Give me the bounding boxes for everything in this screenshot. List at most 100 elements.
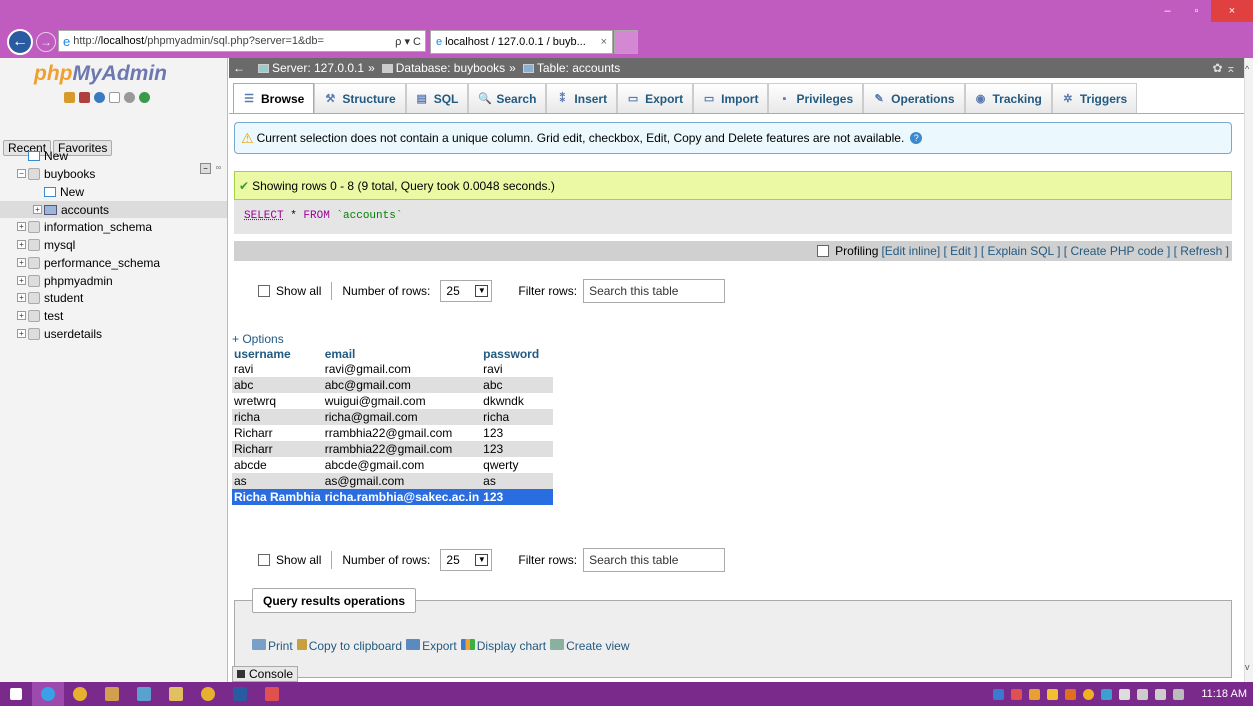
cell-email[interactable]: abc@gmail.com <box>322 377 482 393</box>
back-button[interactable]: ← <box>7 29 33 55</box>
taskbar-app4[interactable] <box>128 682 160 706</box>
show-all-checkbox[interactable] <box>258 285 270 297</box>
collapse-arrow-icon[interactable]: ← <box>233 61 245 75</box>
taskbar-explorer[interactable] <box>160 682 192 706</box>
cell-password[interactable]: ravi <box>481 361 554 377</box>
sql-query-display[interactable]: SELECT * FROM `accounts` <box>234 200 1232 234</box>
cell-email[interactable]: richa@gmail.com <box>322 409 482 425</box>
scroll-down-icon[interactable]: v <box>1245 662 1250 672</box>
table-row[interactable]: Richarr rrambhia22@gmail.com 123 <box>232 425 554 441</box>
profiling-checkbox[interactable] <box>817 245 830 257</box>
filter-input-bottom[interactable]: Search this table <box>583 548 726 572</box>
edit-link[interactable]: [ Edit ] <box>944 244 978 258</box>
options-toggle[interactable]: + Options <box>232 332 284 346</box>
collapse-icon[interactable]: − <box>17 169 26 178</box>
cell-email[interactable]: abcde@gmail.com <box>322 457 482 473</box>
tree-item-information-schema[interactable]: + information_schema <box>0 218 227 235</box>
cell-password[interactable]: abc <box>481 377 554 393</box>
table-row[interactable]: Richarr rrambhia22@gmail.com 123 <box>232 441 554 457</box>
cell-password[interactable]: qwerty <box>481 457 554 473</box>
tray-icon[interactable] <box>1101 688 1113 700</box>
page-scrollbar[interactable]: ^ v <box>1244 58 1253 682</box>
table-row[interactable]: ravi ravi@gmail.com ravi <box>232 361 554 377</box>
cell-password[interactable]: richa <box>481 409 554 425</box>
cell-email[interactable]: richa.rambhia@sakec.ac.in <box>322 489 482 505</box>
tree-item-test[interactable]: + test <box>0 307 227 324</box>
tree-item-new[interactable]: New <box>0 183 227 200</box>
expand-icon[interactable]: + <box>17 276 26 285</box>
tree-item-userdetails[interactable]: + userdetails <box>0 325 227 342</box>
cell-email[interactable]: ravi@gmail.com <box>322 361 482 377</box>
new-tab-button[interactable] <box>614 30 638 54</box>
cell-username[interactable]: wretwrq <box>232 393 323 409</box>
cell-password[interactable]: 123 <box>481 489 554 505</box>
cell-username[interactable]: abcde <box>232 457 323 473</box>
cell-email[interactable]: as@gmail.com <box>322 473 482 489</box>
tray-icon[interactable] <box>1047 688 1059 700</box>
table-row[interactable]: wretwrq wuigui@gmail.com dkwndk <box>232 393 554 409</box>
tab-browse[interactable]: ☰ Browse <box>233 83 315 113</box>
flag-icon[interactable] <box>1119 688 1131 700</box>
expand-icon[interactable]: + <box>17 311 26 320</box>
tab-search[interactable]: 🔍 Search <box>468 83 547 113</box>
signal-icon[interactable] <box>1173 688 1185 700</box>
cell-username[interactable]: as <box>232 473 323 489</box>
cell-username[interactable]: Richarr <box>232 441 323 457</box>
refresh-link[interactable]: [ Refresh ] <box>1174 244 1229 258</box>
phpmyadmin-logo[interactable]: phpMyAdmin <box>34 62 167 86</box>
tray-icon[interactable] <box>1011 688 1023 700</box>
network-icon[interactable] <box>1155 688 1167 700</box>
browser-tab[interactable]: e localhost / 127.0.0.1 / buyb... × <box>430 30 613 54</box>
help-icon[interactable]: ? <box>910 132 923 144</box>
tray-icon[interactable] <box>1065 688 1077 700</box>
tab-tracking[interactable]: ◉ Tracking <box>964 83 1052 113</box>
tab-export[interactable]: ▭ Export <box>617 83 694 113</box>
start-button[interactable] <box>0 682 32 706</box>
cell-password[interactable]: 123 <box>481 441 554 457</box>
console-toggle[interactable]: Console <box>232 666 298 682</box>
reload-icon[interactable] <box>139 92 150 103</box>
tree-item-accounts[interactable]: + accounts <box>0 201 227 218</box>
tab-structure[interactable]: ⚒ Structure <box>314 83 406 113</box>
expand-icon[interactable]: + <box>17 329 26 338</box>
cell-password[interactable]: as <box>481 473 554 489</box>
expand-icon[interactable]: + <box>17 240 26 249</box>
cell-email[interactable]: rrambhia22@gmail.com <box>322 425 482 441</box>
tray-icon[interactable] <box>1029 688 1041 700</box>
show-all-checkbox-bottom[interactable] <box>258 554 270 566</box>
taskbar-chrome[interactable] <box>64 682 96 706</box>
logout-icon[interactable] <box>79 92 90 103</box>
url-controls[interactable]: ρ ▾ C <box>395 35 425 48</box>
tree-item-mysql[interactable]: + mysql <box>0 236 227 253</box>
tab-triggers[interactable]: ✲ Triggers <box>1051 83 1138 113</box>
cell-password[interactable]: dkwndk <box>481 393 554 409</box>
close-window-button[interactable]: × <box>1211 0 1253 22</box>
clock[interactable]: 11:18 AM <box>1201 688 1247 700</box>
table-row[interactable]: as as@gmail.com as <box>232 473 554 489</box>
taskbar-xampp[interactable] <box>256 682 288 706</box>
explain-sql-link[interactable]: [ Explain SQL ] <box>981 244 1061 258</box>
table-row[interactable]: abc abc@gmail.com abc <box>232 377 554 393</box>
tree-item-student[interactable]: + student <box>0 289 227 306</box>
expand-icon[interactable]: + <box>33 205 42 214</box>
minimize-button[interactable]: – <box>1153 0 1182 22</box>
forward-button[interactable]: → <box>36 32 56 52</box>
scroll-up-icon[interactable]: ^ <box>1245 64 1249 74</box>
rows-select-bottom[interactable]: 25 ▼ <box>440 549 493 571</box>
tray-icon[interactable] <box>1083 688 1095 700</box>
cell-username[interactable]: Richarr <box>232 425 323 441</box>
filter-input[interactable]: Search this table <box>583 279 726 303</box>
home-icon[interactable] <box>64 92 75 103</box>
tree-item-new[interactable]: New <box>0 147 227 164</box>
tab-insert[interactable]: ⁑ Insert <box>546 83 618 113</box>
create-view-link[interactable]: Create view <box>550 639 629 653</box>
column-header-username[interactable]: username <box>232 346 323 361</box>
expand-icon[interactable]: + <box>17 258 26 267</box>
create-php-link[interactable]: [ Create PHP code ] <box>1064 244 1171 258</box>
print-link[interactable]: Print <box>252 639 293 653</box>
cell-email[interactable]: rrambhia22@gmail.com <box>322 441 482 457</box>
tab-sql[interactable]: ▤ SQL <box>405 83 469 113</box>
taskbar-word[interactable] <box>224 682 256 706</box>
cell-username[interactable]: Richa Rambhia <box>232 489 323 505</box>
cell-username[interactable]: richa <box>232 409 323 425</box>
